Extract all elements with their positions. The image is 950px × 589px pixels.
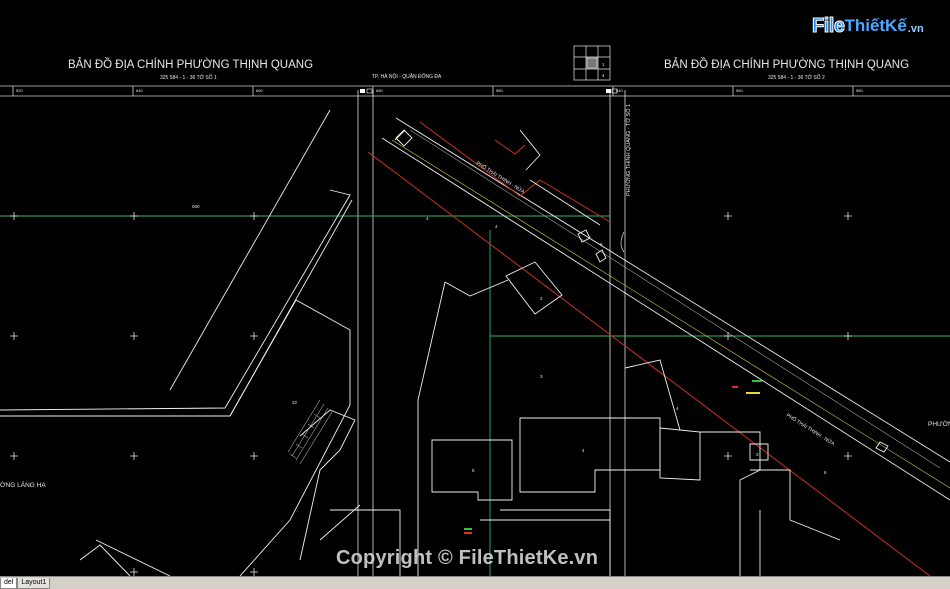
survey-markers [464,380,762,534]
logo-thietke-text: ThiếtKế [844,16,907,35]
parcel-label: 22 [292,400,298,405]
map-center-caption: TP. HÀ NỘI - QUẬN ĐỐNG ĐA [372,73,442,80]
parcel-label: 000 [192,204,200,209]
street-pho-thai-thinh [381,117,950,501]
parcel-label: 4 [426,216,429,221]
svg-text:660: 660 [256,88,263,93]
parcel-label: 2 [540,296,543,301]
parcel-label: 3 [756,452,759,457]
copyright-watermark: Copyright © FileThietKe.vn [336,547,599,569]
parcel-label: 3 [540,374,543,379]
svg-text:560: 560 [736,88,743,93]
parcel-label: 4 [582,448,585,453]
road-curve [620,231,625,253]
ward-label-right: PHƯỜN [928,419,950,428]
scale-tick-labels: 520 640 660 680 580 540 560 580 [16,88,863,93]
sheet-index-grid [573,45,611,81]
map-title-left: BẢN ĐỒ ĐỊA CHÍNH PHƯỜNG THỊNH QUANG [68,58,313,71]
sheet-boundary-lines [357,90,626,576]
filethietke-logo: File ThiếtKế .vn [811,12,924,40]
parcel-label: 5 [472,468,475,473]
parcel-label: 6 [824,470,827,475]
green-grid-lines [0,215,950,576]
parcel-boundary-yellow [391,139,950,489]
ward-label-left: ỜNG LÁNG HẠ [0,480,46,489]
svg-text:580: 580 [856,88,863,93]
parcel-label: 4 [495,224,498,229]
logo-vn-text: .vn [907,23,924,35]
map-subtitle-left: 325 584 - 1 - 36 TỜ SỐ 1 [160,74,217,81]
sheet-index-bottom: 4 [602,73,605,78]
layout-tab-bar: del Layout1 [0,576,950,589]
map-subtitle-right: 325 584 - 1 - 36 TỜ SỐ 2 [768,74,825,81]
map-title-right: BẢN ĐỒ ĐỊA CHÍNH PHƯỜNG THỊNH QUANG [664,58,909,71]
parcel-boundary-red [367,121,931,576]
svg-text:580: 580 [496,88,503,93]
sheet-index-top: 1 [602,62,605,67]
parcel-outlines [0,109,889,576]
logo-file-text: File [811,14,845,37]
hatched-strip [287,399,333,465]
street-label-1: PHỐ THÁI THỊNH - NỬA [475,160,527,196]
tab-layout1[interactable]: Layout1 [17,578,51,589]
tab-model[interactable]: del [0,578,18,589]
parcel-labels: 000 4 4 2 3 4 5 22 4 3 6 8 [192,204,827,475]
svg-text:520: 520 [16,88,23,93]
cad-drawing-canvas[interactable]: 520 640 660 680 580 540 560 580 BẢN ĐỒ Đ… [0,0,950,576]
parcel-label: 4 [676,406,679,411]
street-label-2: PHỐ THÁI THỊNH - NỬA [785,412,837,448]
sheet-corner-marks [360,88,618,94]
vertical-sheet-label: PHƯỜNG THỊNH QUANG - TỜ SỐ 1 [625,104,632,196]
svg-text:640: 640 [136,88,143,93]
svg-text:680: 680 [376,88,383,93]
grid-crosses [10,212,852,576]
